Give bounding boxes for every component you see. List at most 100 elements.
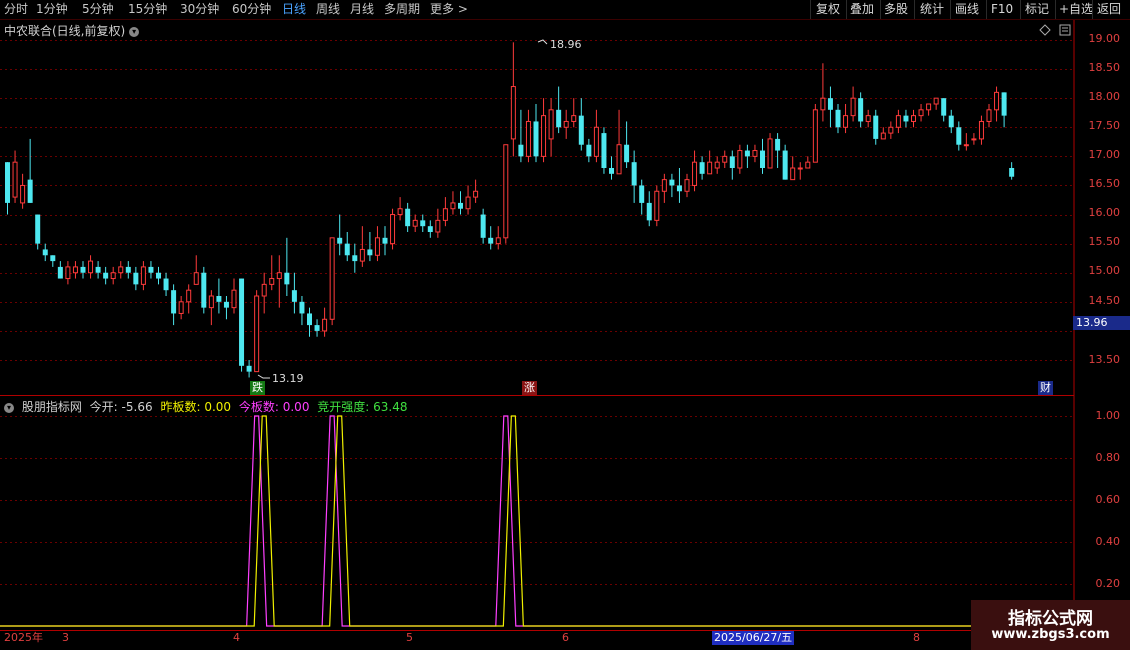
candle[interactable] (805, 156, 811, 169)
candle[interactable] (586, 138, 592, 163)
candle[interactable] (926, 103, 932, 116)
candle[interactable] (307, 307, 312, 337)
candle[interactable] (352, 243, 358, 273)
candle[interactable] (427, 220, 433, 238)
candle[interactable] (148, 261, 154, 279)
candle[interactable] (458, 191, 463, 215)
candle[interactable] (171, 284, 177, 326)
candle[interactable] (382, 226, 388, 256)
candle[interactable] (299, 296, 305, 326)
candle[interactable] (261, 272, 267, 314)
candle[interactable] (480, 208, 486, 244)
candle[interactable] (941, 98, 947, 122)
candle[interactable] (284, 237, 290, 296)
candle[interactable] (843, 104, 849, 134)
candle[interactable] (344, 232, 350, 262)
candle[interactable] (103, 266, 109, 285)
candle[interactable] (88, 255, 94, 279)
candle[interactable] (624, 121, 630, 168)
candle[interactable] (359, 226, 365, 267)
candle[interactable] (541, 98, 547, 163)
candle[interactable] (760, 138, 765, 174)
candle[interactable] (133, 266, 139, 291)
candle[interactable] (669, 173, 675, 198)
candle[interactable] (827, 86, 833, 128)
candle[interactable] (782, 144, 788, 180)
candle[interactable] (835, 104, 841, 134)
candle[interactable] (337, 214, 343, 256)
candle[interactable] (978, 115, 984, 145)
candle[interactable] (646, 191, 652, 227)
candle[interactable] (80, 261, 86, 279)
candle[interactable] (752, 144, 758, 163)
candle[interactable] (314, 319, 320, 337)
candle[interactable] (503, 144, 509, 244)
candle[interactable] (125, 261, 131, 279)
candle[interactable] (654, 185, 660, 227)
candle[interactable] (5, 162, 10, 215)
candle[interactable] (609, 156, 614, 180)
candle[interactable] (903, 109, 909, 128)
candle[interactable] (971, 133, 977, 145)
diamond-icon[interactable] (1039, 24, 1051, 36)
candle[interactable] (918, 104, 924, 122)
candle[interactable] (850, 86, 856, 122)
candle[interactable] (956, 121, 962, 151)
candle[interactable] (707, 150, 713, 175)
signal-down-badge[interactable]: 跌 (250, 381, 265, 395)
candle[interactable] (714, 156, 720, 174)
candle[interactable] (239, 278, 245, 372)
candle[interactable] (963, 133, 969, 151)
candle[interactable] (390, 208, 396, 250)
signal-finance-badge[interactable]: 财 (1038, 381, 1053, 395)
candle[interactable] (737, 144, 743, 174)
candle[interactable] (435, 208, 441, 238)
candle[interactable] (639, 179, 645, 215)
candle[interactable] (820, 63, 826, 122)
candle[interactable] (208, 290, 214, 326)
candle[interactable] (578, 98, 584, 151)
candle[interactable] (933, 97, 939, 110)
candle[interactable] (797, 162, 803, 180)
candle[interactable] (140, 261, 146, 291)
candle[interactable] (201, 266, 207, 314)
candle[interactable] (571, 98, 577, 128)
candle[interactable] (50, 255, 56, 267)
candle[interactable] (865, 109, 871, 128)
candle[interactable] (473, 179, 479, 203)
candle[interactable] (442, 197, 448, 227)
candle[interactable] (895, 109, 901, 134)
candle[interactable] (246, 360, 252, 378)
signal-up-badge[interactable]: 涨 (522, 381, 537, 395)
candle[interactable] (20, 173, 26, 209)
candle[interactable] (986, 104, 992, 128)
kline-chart[interactable] (0, 0, 1130, 650)
candle[interactable] (518, 109, 524, 163)
candle[interactable] (601, 127, 607, 174)
chevron-down-icon[interactable]: ▾ (129, 26, 140, 37)
candle[interactable] (616, 109, 622, 175)
candle[interactable] (495, 226, 501, 250)
candle[interactable] (525, 109, 531, 163)
candle[interactable] (994, 86, 1000, 122)
candle[interactable] (488, 226, 494, 250)
candle[interactable] (193, 255, 199, 285)
candle[interactable] (858, 92, 864, 128)
candle[interactable] (911, 109, 916, 128)
candle[interactable] (593, 109, 599, 163)
candle[interactable] (95, 261, 101, 279)
candle[interactable] (510, 42, 516, 157)
candle[interactable] (231, 278, 237, 314)
candle[interactable] (42, 243, 48, 262)
candle[interactable] (631, 150, 637, 203)
candle[interactable] (1001, 92, 1007, 128)
candle[interactable] (156, 266, 161, 285)
candle[interactable] (1009, 162, 1015, 180)
candle[interactable] (178, 296, 184, 320)
candle[interactable] (556, 86, 562, 134)
candle[interactable] (27, 138, 33, 203)
candle[interactable] (420, 214, 426, 232)
candle[interactable] (873, 109, 879, 145)
candle[interactable] (548, 98, 554, 157)
candle[interactable] (676, 168, 682, 203)
